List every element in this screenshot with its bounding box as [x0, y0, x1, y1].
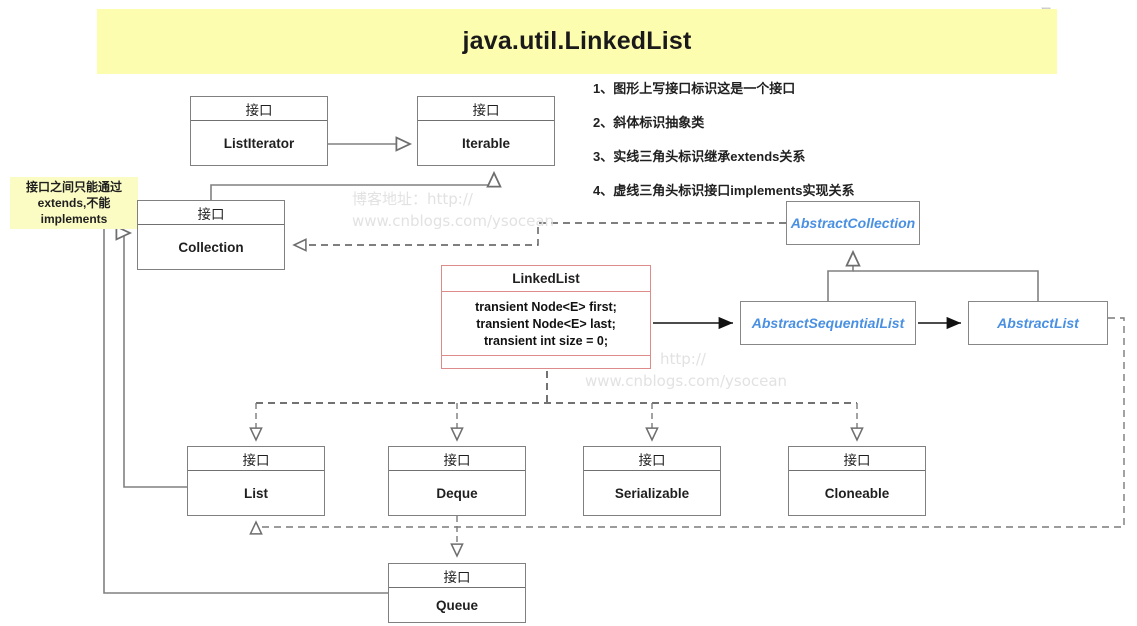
box-name-abstractsequentiallist: AbstractSequentialList [751, 315, 905, 331]
watermark-line-2: www.cnblogs.com/ysocean [352, 212, 555, 230]
class-box-serializable[interactable]: 接口 Serializable [583, 446, 721, 516]
page-title: java.util.LinkedList [462, 27, 692, 55]
note-interfaces-extends: 接口之间只能通过 extends,不能 implements [10, 177, 138, 229]
box-header-queue: 接口 [389, 564, 525, 588]
box-header-serializable: 接口 [584, 447, 720, 471]
class-box-list[interactable]: 接口 List [187, 446, 325, 516]
legend-item-2: 2、斜体标识抽象类 [593, 115, 705, 130]
class-box-cloneable[interactable]: 接口 Cloneable [788, 446, 926, 516]
edge-queue-collection [103, 205, 388, 594]
box-name-list: List [243, 485, 268, 501]
box-header-collection: 接口 [138, 201, 284, 225]
box-name-linkedlist: LinkedList [442, 266, 650, 292]
class-box-deque[interactable]: 接口 Deque [388, 446, 526, 516]
note-line-1: 接口之间只能通过 [25, 180, 122, 194]
note-line-3: implements [40, 212, 108, 226]
class-box-linkedlist[interactable]: LinkedList transient Node<E> first; tran… [441, 265, 651, 369]
watermark-line-2: www.cnblogs.com/ysocean [585, 372, 788, 390]
class-box-collection[interactable]: 接口 Collection [137, 200, 285, 270]
edge-abstractsequentiallist-abstractcollection [827, 249, 861, 301]
edge-list-collection [115, 225, 187, 488]
linkedlist-fields: transient Node<E> first; transient Node<… [442, 292, 650, 356]
linkedlist-field-last: transient Node<E> last; [476, 317, 616, 331]
box-header-iterable: 接口 [418, 97, 554, 121]
box-name-iterable: Iterable [461, 135, 511, 151]
class-box-abstractlist[interactable]: AbstractList [968, 301, 1108, 345]
class-box-abstractcollection[interactable]: AbstractCollection [786, 201, 920, 245]
box-name-abstractcollection: AbstractCollection [790, 215, 916, 231]
class-box-listiterator[interactable]: 接口 ListIterator [190, 96, 328, 166]
box-name-cloneable: Cloneable [824, 485, 890, 501]
legend-item-1: 1、图形上写接口标识这是一个接口 [593, 81, 796, 96]
linkedlist-methods-compartment [442, 356, 650, 368]
diagram-canvas: java.util.LinkedList 1、图形上写接口标识这是一个接口 2、… [0, 0, 1137, 626]
linkedlist-field-size: transient int size = 0; [484, 334, 608, 348]
watermark-line-1: 博客地址：http:// [352, 190, 473, 208]
edge-abstractlist-abstractcollection [853, 270, 1039, 301]
class-box-iterable[interactable]: 接口 Iterable [417, 96, 555, 166]
legend: 1、图形上写接口标识这是一个接口 2、斜体标识抽象类 3、实线三角头标识继承ex… [593, 78, 923, 214]
box-name-serializable: Serializable [614, 485, 690, 501]
box-name-queue: Queue [435, 597, 478, 613]
box-header-deque: 接口 [389, 447, 525, 471]
box-name-abstractlist: AbstractList [997, 315, 1079, 331]
legend-item-4: 4、虚线三角头标识接口implements实现关系 [593, 183, 855, 198]
box-name-deque: Deque [436, 485, 478, 501]
watermark-blog-1: 博客地址：http:// www.cnblogs.com/ysocean [352, 188, 554, 232]
box-header-listiterator: 接口 [191, 97, 327, 121]
box-header-cloneable: 接口 [789, 447, 925, 471]
class-box-abstractsequentiallist[interactable]: AbstractSequentialList [740, 301, 916, 345]
box-name-collection: Collection [178, 239, 244, 255]
legend-item-3: 3、实线三角头标识继承extends关系 [593, 149, 806, 164]
note-line-2: extends,不能 [37, 196, 111, 210]
linkedlist-field-first: transient Node<E> first; [475, 300, 617, 314]
box-name-listiterator: ListIterator [223, 135, 295, 151]
box-header-list: 接口 [188, 447, 324, 471]
class-box-queue[interactable]: 接口 Queue [388, 563, 526, 623]
title-banner: java.util.LinkedList [97, 9, 1057, 74]
